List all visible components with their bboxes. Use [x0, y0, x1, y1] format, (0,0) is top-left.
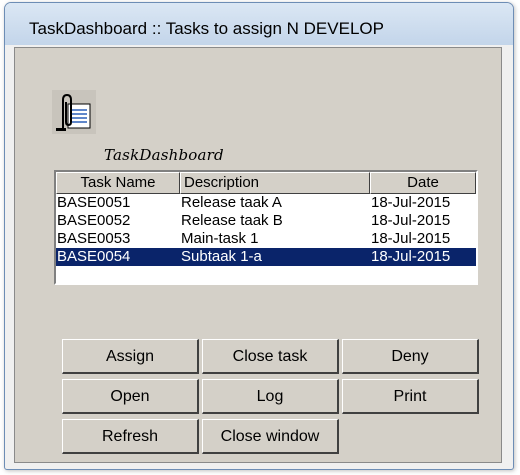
dialog-client-area: TaskDashboard Task Name Description Date… — [14, 47, 502, 463]
window-title: TaskDashboard :: Tasks to assign N DEVEL… — [29, 19, 384, 38]
task-description-cell: Subtaak 1-a — [181, 248, 262, 265]
logo-text: TaskDashboard — [104, 146, 224, 164]
close-window-button[interactable]: Close window — [202, 419, 339, 454]
close-task-button[interactable]: Close task — [202, 339, 339, 374]
log-button[interactable]: Log — [202, 379, 339, 414]
refresh-button[interactable]: Refresh — [62, 419, 199, 454]
tasks-list-header: Task Name Description Date — [56, 172, 476, 194]
task-description-cell: Release taak A — [181, 194, 282, 211]
task-description-cell: Main-task 1 — [181, 230, 259, 247]
open-button[interactable]: Open — [62, 379, 199, 414]
tasks-list[interactable]: Task Name Description Date BASE0051 Rele… — [54, 170, 478, 285]
column-header-date[interactable]: Date — [370, 172, 476, 194]
table-row-selected[interactable]: BASE0054 Subtaak 1-a 18-Jul-2015 — [56, 248, 476, 266]
tasks-list-rows: BASE0051 Release taak A 18-Jul-2015 BASE… — [56, 194, 476, 266]
task-name-cell: BASE0052 — [57, 212, 131, 229]
task-date-cell: 18-Jul-2015 — [371, 230, 451, 247]
paperclip-document-icon — [52, 90, 96, 134]
deny-button[interactable]: Deny — [342, 339, 479, 374]
title-bar[interactable]: TaskDashboard :: Tasks to assign N DEVEL… — [5, 3, 513, 45]
task-name-cell: BASE0054 — [57, 248, 131, 265]
assign-button[interactable]: Assign — [62, 339, 199, 374]
task-description-cell: Release taak B — [181, 212, 283, 229]
task-date-cell: 18-Jul-2015 — [371, 212, 451, 229]
column-header-description[interactable]: Description — [180, 172, 370, 194]
task-date-cell: 18-Jul-2015 — [371, 248, 451, 265]
table-row[interactable]: BASE0051 Release taak A 18-Jul-2015 — [56, 194, 476, 212]
table-row[interactable]: BASE0052 Release taak B 18-Jul-2015 — [56, 212, 476, 230]
task-date-cell: 18-Jul-2015 — [371, 194, 451, 211]
column-header-task-name[interactable]: Task Name — [56, 172, 180, 194]
dialog-window: TaskDashboard :: Tasks to assign N DEVEL… — [4, 2, 514, 470]
task-name-cell: BASE0051 — [57, 194, 131, 211]
table-row[interactable]: BASE0053 Main-task 1 18-Jul-2015 — [56, 230, 476, 248]
print-button[interactable]: Print — [342, 379, 479, 414]
task-name-cell: BASE0053 — [57, 230, 131, 247]
